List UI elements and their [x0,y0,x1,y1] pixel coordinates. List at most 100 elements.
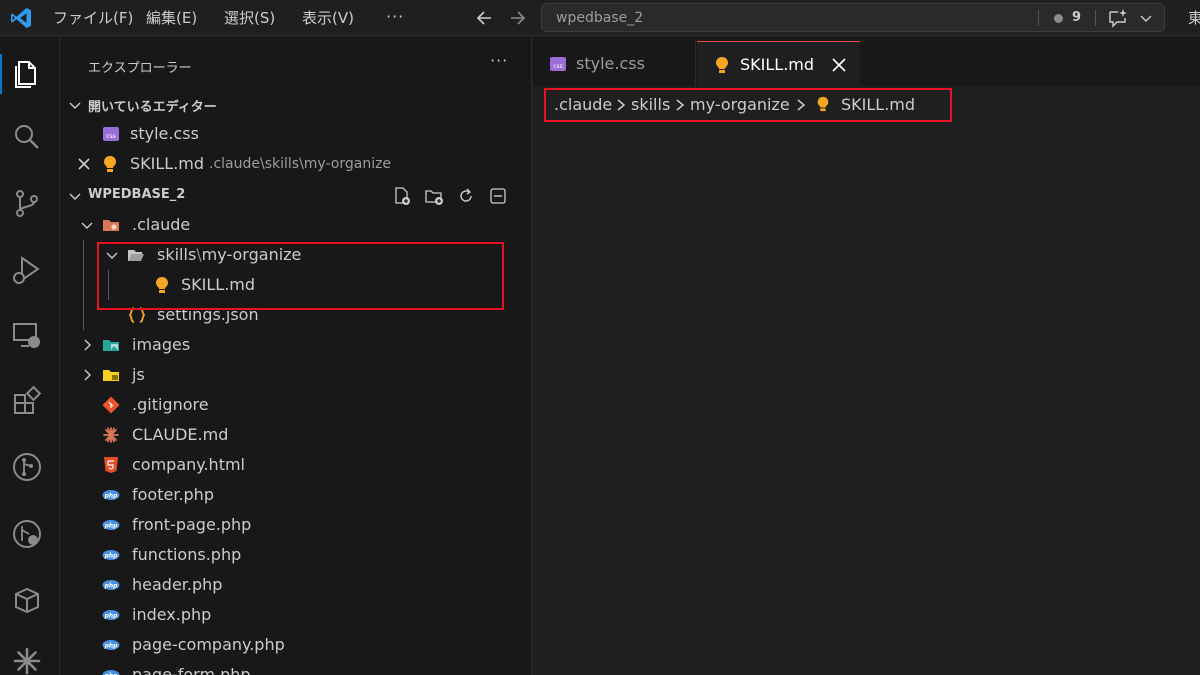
php-icon: php [102,580,120,590]
svg-text:php: php [104,613,119,620]
tree-item-skill-md[interactable]: SKILL.md [60,270,532,300]
css-file-icon: css [103,127,119,141]
breadcrumb-item[interactable]: my-organize [690,95,790,114]
new-file-icon[interactable] [392,186,412,206]
claude-asterisk-icon[interactable] [10,644,44,675]
css-file-icon: css [550,57,566,71]
tree-item-label: images [132,335,191,354]
tab-skill-md[interactable]: SKILL.md [697,41,860,86]
chevron-down-icon [106,252,118,259]
chat-sparkle-icon[interactable] [1107,8,1129,28]
tree-item-page-form-php[interactable]: php page-form.php [60,660,532,675]
chevron-right-icon [84,339,91,351]
chevron-right-icon [617,99,626,111]
tree-item-gitignore[interactable]: .gitignore [60,390,532,420]
open-editor-name: SKILL.md [130,154,205,173]
breadcrumb-item[interactable]: .claude [554,95,612,114]
tree-item-header-php[interactable]: php header.php [60,570,532,600]
command-center-text: wpedbase_2 [556,10,644,26]
chevron-down-icon [69,193,81,200]
source-control-icon[interactable] [10,186,44,220]
remote-explorer-icon[interactable] [10,319,44,353]
explorer-title: エクスプローラー [88,61,192,76]
tree-item-functions-php[interactable]: php functions.php [60,540,532,570]
title-bar: ファイル(F) 編集(E) 選択(S) 表示(V) ··· wpedbase_2… [0,0,1200,36]
menu-view[interactable]: 表示(V) [302,0,354,36]
editor-area: css style.css SKILL.md .claude skills my… [533,37,1200,675]
tree-item-settings-json[interactable]: settings.json [60,300,532,330]
chevron-right-icon [797,99,806,111]
explorer-files-icon[interactable] [10,56,44,90]
open-editor-item[interactable]: css style.css [60,119,532,149]
menu-selection[interactable]: 選択(S) [224,0,275,36]
lightbulb-icon [817,96,829,112]
tree-item-label: page-company.php [132,635,285,654]
tree-item-label: settings.json [157,305,259,324]
chevron-down-icon [69,102,81,109]
svg-text:php: php [104,493,119,500]
svg-text:css: css [106,133,116,140]
close-icon[interactable] [831,57,847,73]
arrow-left-icon[interactable] [474,7,494,29]
tree-item-label: js [132,365,145,384]
workspace-header[interactable]: WPEDBASE_2 [60,183,532,209]
tree-item-skills[interactable]: skills\my-organize [60,240,532,270]
notification-count: 9 [1072,10,1082,25]
open-editors-header[interactable]: 開いているエディター [60,92,532,118]
tree-item-label: front-page.php [132,515,252,534]
tree-item-images[interactable]: images [60,330,532,360]
search-icon[interactable] [10,120,44,154]
tree-item-claude[interactable]: .claude [60,210,532,240]
workspace-title: WPEDBASE_2 [88,187,186,202]
extensions-icon[interactable] [10,384,44,418]
tree-item-label: skills\my-organize [157,245,302,264]
tab-style-css[interactable]: css style.css [533,41,696,86]
tree-item-label: SKILL.md [181,275,256,294]
run-debug-icon[interactable] [10,253,44,287]
git-lens-icon[interactable] [10,517,44,551]
menu-edit[interactable]: 編集(E) [146,0,197,36]
new-folder-icon[interactable] [424,186,444,206]
tree-item-page-company-php[interactable]: php page-company.php [60,630,532,660]
php-icon: php [102,520,120,530]
js-folder-icon [103,370,119,381]
tree-item-label: page-form.php [132,665,251,675]
tree-item-front-page-php[interactable]: php front-page.php [60,510,532,540]
menu-more-button[interactable]: ··· [386,0,404,36]
lightbulb-icon [156,277,168,293]
open-editor-item[interactable]: SKILL.md .claude\skills\my-organize [60,149,532,179]
php-icon: php [102,640,120,650]
chevron-down-icon[interactable] [1139,10,1153,26]
explorer-more-button[interactable]: ··· [490,51,508,70]
images-folder-icon [103,340,119,351]
breadcrumb-item[interactable]: SKILL.md [841,95,915,114]
tree-item-claude-md[interactable]: CLAUDE.md [60,420,532,450]
tree-item-label: functions.php [132,545,242,564]
close-icon[interactable] [77,157,91,171]
tab-label: SKILL.md [740,55,815,74]
open-editor-name: style.css [130,124,199,143]
refresh-icon[interactable] [456,186,476,206]
chevron-down-icon [81,222,93,229]
tree-item-label: header.php [132,575,223,594]
command-center[interactable]: wpedbase_2 9 [541,3,1165,32]
svg-text:php: php [104,523,119,530]
collapse-all-icon[interactable] [488,186,508,206]
tab-label: style.css [576,54,645,73]
package-box-icon[interactable] [10,583,44,617]
tree-item-label: .claude [132,215,191,234]
tree-item-js[interactable]: js [60,360,532,390]
arrow-right-icon[interactable] [508,7,528,29]
vscode-logo-icon [11,8,31,28]
active-indicator [0,54,2,94]
tree-item-footer-php[interactable]: php footer.php [60,480,532,510]
breadcrumb-item[interactable]: skills [631,95,670,114]
menu-file[interactable]: ファイル(F) [53,0,133,36]
chevron-right-icon [676,99,685,111]
activity-bar [0,37,60,675]
tree-item-index-php[interactable]: php index.php [60,600,532,630]
svg-text:php: php [104,583,119,590]
git-graph-icon[interactable] [10,450,44,484]
tree-item-company-html[interactable]: company.html [60,450,532,480]
php-icon: php [102,610,120,620]
